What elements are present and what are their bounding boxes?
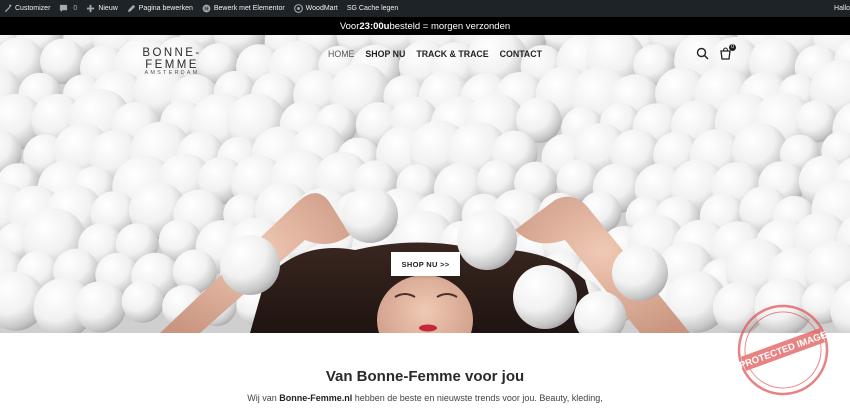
admin-sg-cache-label: SG Cache legen <box>346 5 399 12</box>
intro-suffix: hebben de beste en nieuwste trends voor … <box>352 393 603 403</box>
elementor-icon <box>202 4 211 13</box>
nav-track-trace[interactable]: TRACK & TRACE <box>416 49 488 59</box>
hero-banner: SHOP NU >> <box>0 35 850 333</box>
stamp-text: PROTECTED IMAGE <box>738 330 829 372</box>
admin-edit-page-label: Pagina bewerken <box>138 5 193 12</box>
nav-contact[interactable]: CONTACT <box>500 49 542 59</box>
logo-wordmark: BONNE-FEMME <box>142 47 202 71</box>
admin-account-link[interactable]: Hallo <box>834 0 850 17</box>
admin-new-link[interactable]: Nieuw <box>86 4 118 13</box>
cart-icon[interactable]: 0 <box>719 44 736 60</box>
woodmart-icon <box>293 4 303 13</box>
admin-edit-page-link[interactable]: Pagina bewerken <box>127 4 193 13</box>
admin-new-label: Nieuw <box>98 5 118 12</box>
section-intro-text: Wij van Bonne-Femme.nl hebben de beste e… <box>0 393 850 403</box>
hero-shop-now-button[interactable]: SHOP NU >> <box>391 252 460 276</box>
admin-comments-count: 0 <box>73 5 78 12</box>
cart-count-badge: 0 <box>729 44 736 51</box>
hero-ball <box>74 281 127 333</box>
intro-brand: Bonne-Femme.nl <box>279 393 353 403</box>
wp-admin-bar: Customizer 0 Nieuw Pagina bewerken Bewer… <box>0 0 850 17</box>
header-icons: 0 <box>696 44 736 60</box>
pencil-icon <box>127 4 136 13</box>
admin-customizer-label: Customizer <box>15 5 51 12</box>
plus-icon <box>86 4 95 13</box>
main-nav: HOME SHOP NU TRACK & TRACE CONTACT <box>328 49 542 59</box>
nav-home[interactable]: HOME <box>328 49 354 59</box>
intro-prefix: Wij van <box>247 393 280 403</box>
announcement-time: 23:00u <box>359 20 390 32</box>
announcement-suffix: besteld = morgen verzonden <box>389 20 511 32</box>
hero-image <box>0 35 850 333</box>
admin-sg-cache-link[interactable]: SG Cache legen <box>347 5 398 12</box>
nav-shop-now[interactable]: SHOP NU <box>365 49 405 59</box>
announcement-bar: Voor 23:00u besteld = morgen verzonden <box>0 17 850 35</box>
admin-greeting: Hallo <box>834 5 850 12</box>
comment-icon <box>59 4 68 13</box>
logo-tagline: AMSTERDAM <box>144 70 200 76</box>
section-title: Van Bonne-Femme voor jou <box>325 368 525 385</box>
site-logo[interactable]: BONNE-FEMME AMSTERDAM <box>120 47 224 76</box>
admin-elementor-label: Bewerk met Elementor <box>213 5 285 12</box>
palette-icon <box>3 4 12 13</box>
announcement-prefix: Voor <box>339 20 360 32</box>
admin-customizer-link[interactable]: Customizer <box>3 4 50 13</box>
admin-woodmart-link[interactable]: WoodMart <box>293 4 338 13</box>
protected-image-stamp: PROTECTED IMAGE <box>737 304 829 396</box>
admin-elementor-link[interactable]: Bewerk met Elementor <box>202 4 285 13</box>
hero-ball <box>121 280 164 323</box>
admin-comments-link[interactable]: 0 <box>59 4 77 13</box>
admin-woodmart-label: WoodMart <box>305 5 338 12</box>
search-icon[interactable] <box>696 47 709 60</box>
